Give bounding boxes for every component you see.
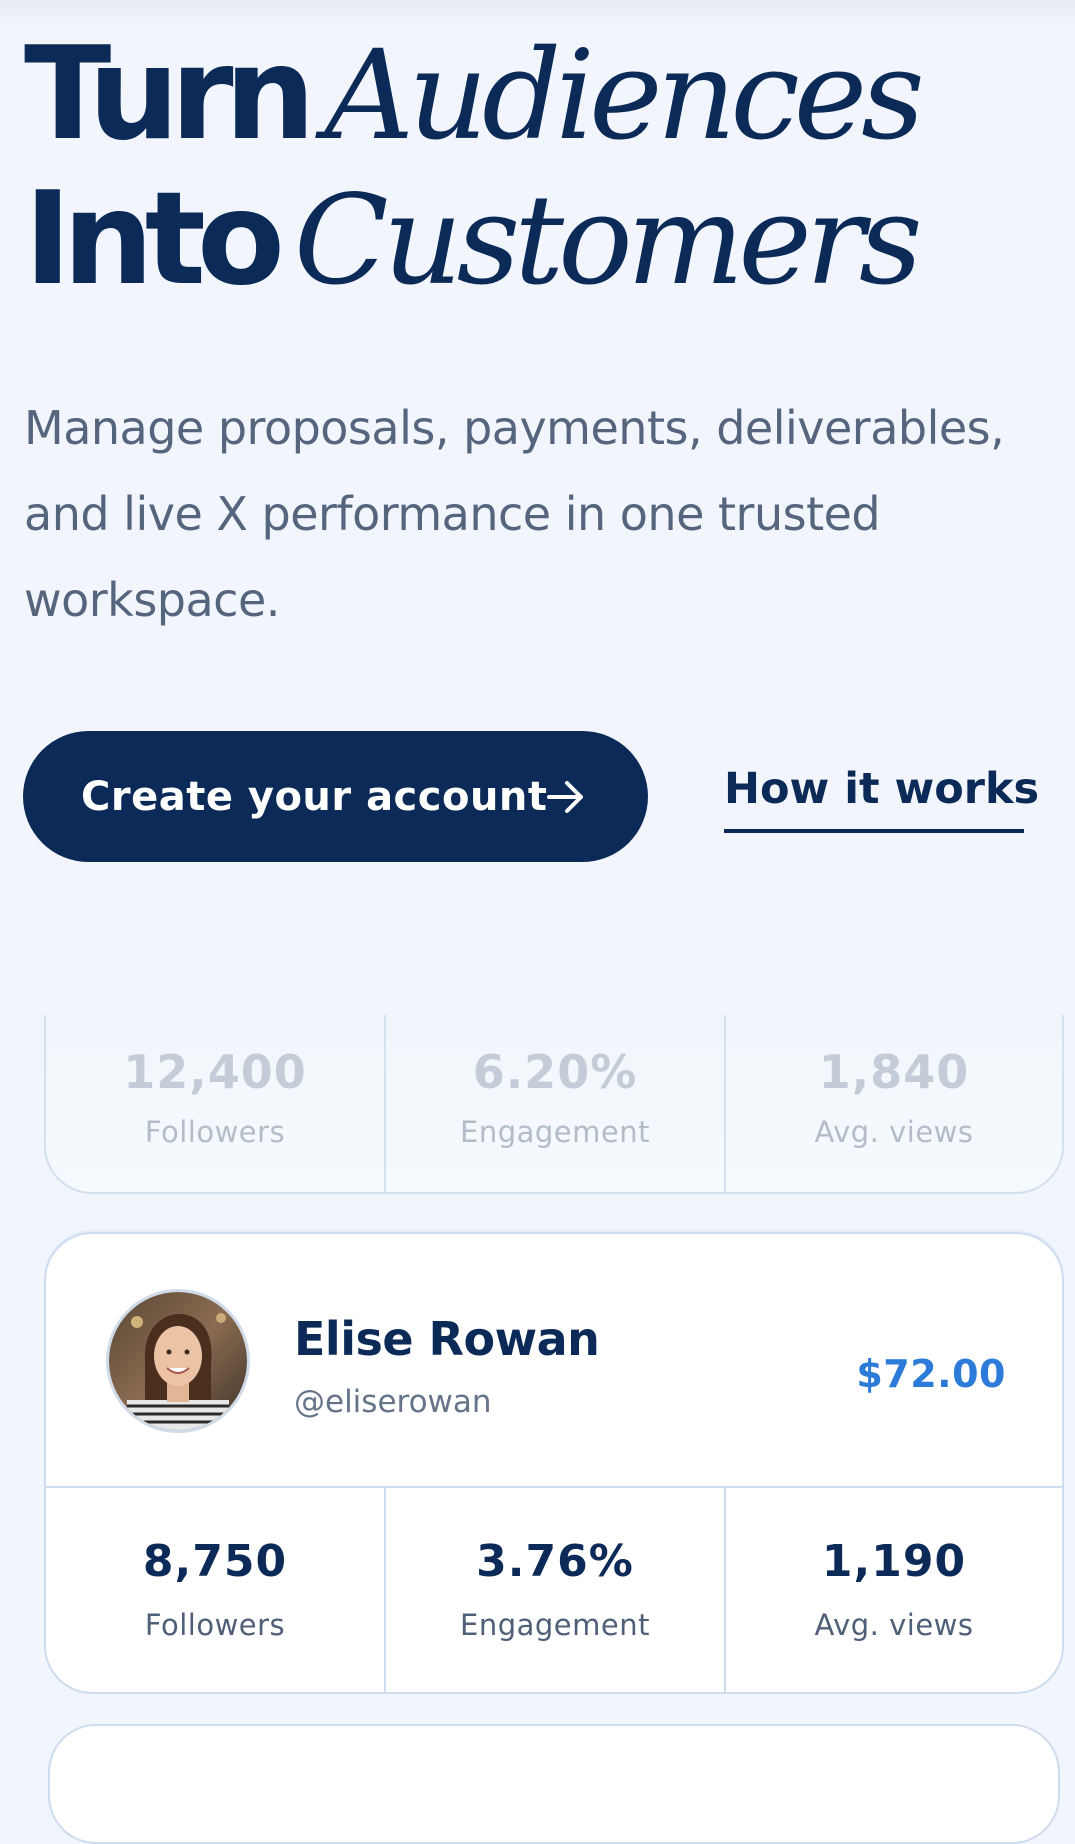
stat-value: 1,840 [818, 1045, 970, 1099]
hero-title-word-audiences: Audiences [324, 24, 925, 168]
summary-stat-engagement: 6.20% Engagement [386, 1015, 726, 1192]
hero-title-word-turn: Turn [24, 20, 316, 169]
avatar-portrait-image [109, 1292, 247, 1430]
hero-title-word-into: Into [24, 165, 285, 314]
stat-label: Engagement [460, 1608, 650, 1642]
creator-handle: @eliserowan [294, 1384, 492, 1420]
creator-price: $72.00 [856, 1352, 1006, 1396]
profile-stat-avg-views: 1,190 Avg. views [726, 1488, 1062, 1692]
stat-label: Avg. views [814, 1608, 974, 1642]
hero-title-line-2: Into Customers [24, 165, 1064, 314]
how-it-works-underline [724, 829, 1024, 833]
hero-title-word-customers: Customers [293, 169, 923, 313]
stat-value: 1,190 [821, 1536, 967, 1587]
creator-profile-card[interactable]: Elise Rowan @eliserowan $72.00 8,750 Fol… [44, 1232, 1064, 1694]
stat-value: 8,750 [142, 1536, 288, 1587]
create-account-label: Create your account [81, 773, 548, 820]
create-account-button[interactable]: Create your account [23, 731, 648, 862]
stat-label: Avg. views [814, 1115, 974, 1149]
creator-name: Elise Rowan [294, 1312, 600, 1366]
avatar [106, 1289, 250, 1433]
summary-stat-avg-views: 1,840 Avg. views [726, 1015, 1062, 1192]
stat-label: Followers [144, 1608, 286, 1642]
summary-stats-card: 12,400 Followers 6.20% Engagement 1,840 … [44, 1015, 1064, 1194]
profile-stat-engagement: 3.76% Engagement [386, 1488, 726, 1692]
summary-stat-followers: 12,400 Followers [46, 1015, 386, 1192]
profile-stat-followers: 8,750 Followers [46, 1488, 386, 1692]
hero-title: Turn Audiences Into Customers [24, 20, 1064, 314]
stat-value: 3.76% [476, 1536, 634, 1587]
stat-label: Engagement [460, 1115, 650, 1149]
next-creator-card[interactable] [48, 1724, 1060, 1844]
stat-value: 6.20% [472, 1045, 638, 1099]
hero-subtitle: Manage proposals, payments, deliverables… [24, 401, 1005, 627]
stat-label: Followers [144, 1115, 286, 1149]
stat-value: 12,400 [123, 1045, 307, 1099]
arrow-right-icon [547, 781, 583, 813]
hero-title-line-1: Turn Audiences [24, 20, 1064, 169]
how-it-works-link[interactable]: How it works [724, 764, 1039, 834]
